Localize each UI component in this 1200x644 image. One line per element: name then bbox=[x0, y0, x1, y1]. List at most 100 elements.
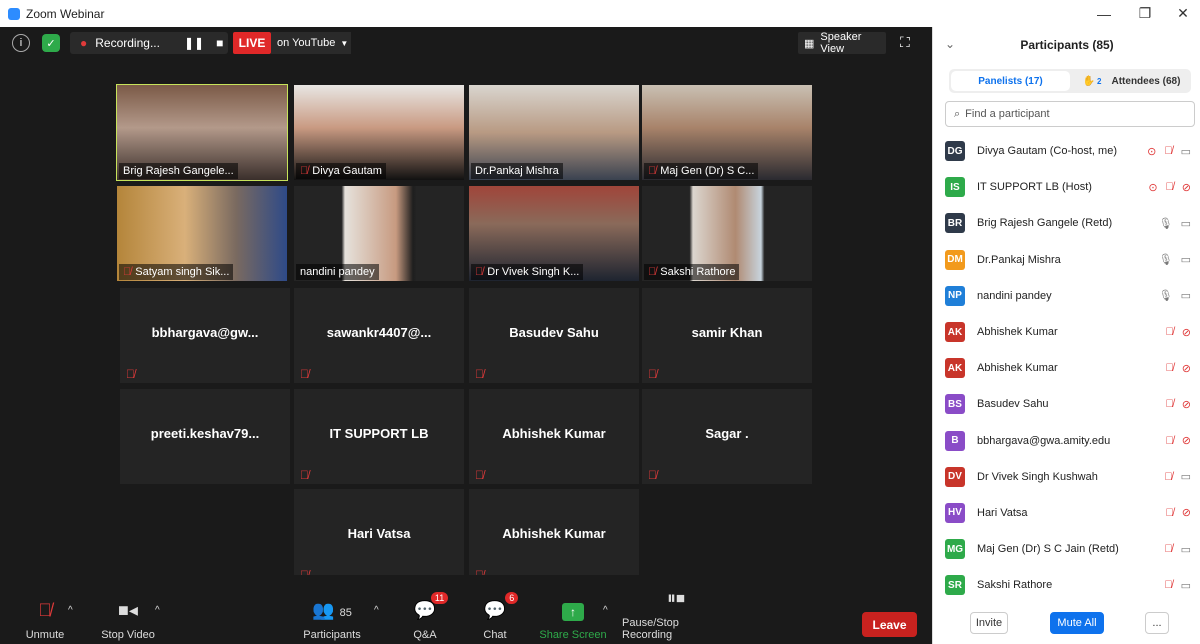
participants-chevron-icon[interactable]: ^ bbox=[374, 605, 379, 616]
share-options-chevron-icon[interactable]: ^ bbox=[603, 605, 608, 616]
mic-muted-icon[interactable]: 🎙̸ bbox=[1166, 507, 1174, 519]
leave-button[interactable]: Leave bbox=[862, 612, 917, 637]
video-tile[interactable]: Dr.Pankaj Mishra bbox=[469, 85, 639, 180]
audio-options-chevron-icon[interactable]: ^ bbox=[68, 605, 73, 616]
participant-name: Hari Vatsa bbox=[977, 506, 1028, 519]
youtube-stream-dropdown[interactable]: on YouTube ▼ bbox=[271, 32, 351, 54]
mic-muted-icon[interactable]: 🎙̸ bbox=[1164, 543, 1172, 555]
shield-icon[interactable]: ✓ bbox=[42, 34, 60, 52]
video-tile[interactable]: samir Khan 🎙̸ bbox=[642, 288, 812, 383]
video-off-icon[interactable]: ⊘ bbox=[1182, 398, 1191, 411]
participant-row[interactable]: IS IT SUPPORT LB (Host) ⊙ 🎙̸ ⊘ bbox=[933, 169, 1200, 205]
participant-search-input[interactable]: ⌕ Find a participant bbox=[945, 101, 1195, 127]
avatar: DV bbox=[945, 466, 965, 487]
video-tile[interactable]: Abhishek Kumar 🎙̸ bbox=[469, 489, 639, 584]
participant-row[interactable]: MG Maj Gen (Dr) S C Jain (Retd) 🎙̸ ▭ bbox=[933, 531, 1200, 567]
participant-name: Hari Vatsa bbox=[347, 526, 411, 541]
video-tile[interactable]: Abhishek Kumar 🎙̸ bbox=[469, 389, 639, 484]
fullscreen-icon[interactable]: ⛶ bbox=[900, 34, 918, 52]
stop-recording-icon[interactable]: ■ bbox=[216, 36, 223, 50]
video-icon[interactable]: ▭ bbox=[1181, 579, 1191, 592]
mic-muted-icon[interactable]: 🎙̸ bbox=[1166, 398, 1174, 410]
qa-button[interactable]: 💬 11 Q&A bbox=[405, 575, 449, 644]
mic-icon[interactable]: 🎙 bbox=[1159, 289, 1173, 302]
participant-row[interactable]: AK Abhishek Kumar 🎙̸ ⊘ bbox=[933, 350, 1200, 386]
participant-row[interactable]: AK Abhishek Kumar 🎙̸ ⊘ bbox=[933, 314, 1200, 350]
speaker-view-button[interactable]: ▦ Speaker View bbox=[798, 31, 886, 55]
mic-muted-icon[interactable]: 🎙̸ bbox=[1166, 181, 1174, 193]
restore-icon[interactable]: ❐ bbox=[1125, 0, 1165, 27]
minimize-icon[interactable]: — bbox=[1084, 0, 1124, 27]
participant-row[interactable]: BR Brig Rajesh Gangele (Retd) 🎙 ▭ bbox=[933, 205, 1200, 241]
mic-muted-icon[interactable]: 🎙̸ bbox=[1166, 326, 1174, 338]
pause-stop-recording-button[interactable]: ⏸⏹ Pause/Stop Recording bbox=[622, 575, 730, 644]
participant-row[interactable]: DV Dr Vivek Singh Kushwah 🎙̸ ▭ bbox=[933, 459, 1200, 495]
tab-attendees[interactable]: ✋ 2 Attendees (68) bbox=[1072, 69, 1191, 93]
avatar: DM bbox=[945, 249, 965, 270]
close-icon[interactable]: ✕ bbox=[1163, 0, 1200, 27]
participant-row[interactable]: NP nandini pandey 🎙 ▭ bbox=[933, 278, 1200, 314]
video-icon[interactable]: ▭ bbox=[1181, 217, 1191, 230]
stop-video-button[interactable]: ■◂ Stop Video bbox=[97, 575, 159, 644]
video-tile[interactable]: sawankr4407@... 🎙̸ bbox=[294, 288, 464, 383]
video-icon[interactable]: ▭ bbox=[1181, 543, 1191, 556]
participant-row[interactable]: DM Dr.Pankaj Mishra 🎙 ▭ bbox=[933, 242, 1200, 278]
video-off-icon[interactable]: ⊘ bbox=[1182, 506, 1191, 519]
video-tile[interactable]: Sagar . 🎙̸ bbox=[642, 389, 812, 484]
video-icon[interactable]: ▭ bbox=[1181, 253, 1191, 266]
avatar: B bbox=[945, 430, 965, 451]
participant-row[interactable]: BS Basudev Sahu 🎙̸ ⊘ bbox=[933, 386, 1200, 422]
mic-muted-icon[interactable]: 🎙̸ bbox=[1166, 435, 1174, 447]
participant-status-icons: 🎙̸ ⊘ bbox=[1166, 434, 1191, 448]
live-badge: LIVE bbox=[233, 32, 271, 54]
mic-muted-icon[interactable]: 🎙̸ bbox=[1166, 362, 1174, 374]
participant-row[interactable]: Bbbhargava@gwa.amity.edu 🎙̸ ⊘ bbox=[933, 423, 1200, 459]
video-tile[interactable]: Brig Rajesh Gangele... bbox=[116, 84, 288, 181]
zoom-app-icon bbox=[8, 7, 20, 20]
video-icon[interactable]: ▭ bbox=[1181, 470, 1191, 483]
video-tile[interactable]: IT SUPPORT LB 🎙̸ bbox=[294, 389, 464, 484]
video-off-icon[interactable]: ⊘ bbox=[1182, 362, 1191, 375]
participant-status-icons: ⊙ 🎙̸ ▭ bbox=[1147, 145, 1191, 158]
video-off-icon[interactable]: ⊘ bbox=[1182, 434, 1191, 447]
participant-name: Abhishek Kumar bbox=[977, 362, 1058, 375]
mic-muted-icon[interactable]: 🎙̸ bbox=[1164, 471, 1172, 483]
unmute-button[interactable]: 🎙̸ Unmute bbox=[22, 575, 68, 644]
pause-recording-icon[interactable]: ❚❚ bbox=[184, 36, 204, 50]
video-tile[interactable]: bbhargava@gw... 🎙̸ bbox=[120, 288, 290, 383]
tab-panelists[interactable]: Panelists (17) bbox=[951, 71, 1070, 91]
mute-all-button[interactable]: Mute All bbox=[1050, 612, 1104, 634]
video-tile[interactable]: 🎙̸ Maj Gen (Dr) S C... bbox=[642, 85, 812, 180]
video-tile[interactable]: 🎙̸ Satyam singh Sik... bbox=[117, 186, 287, 281]
mic-icon[interactable]: 🎙 bbox=[1159, 217, 1173, 230]
participant-name: Brig Rajesh Gangele (Retd) bbox=[977, 217, 1113, 230]
chat-button[interactable]: 💬 6 Chat bbox=[478, 575, 519, 644]
video-tile[interactable]: Basudev Sahu 🎙̸ bbox=[469, 288, 639, 383]
video-icon[interactable]: ▭ bbox=[1181, 145, 1191, 158]
invite-button[interactable]: Invite bbox=[970, 612, 1008, 634]
video-tile[interactable]: nandini pandey bbox=[294, 186, 464, 281]
video-tile[interactable]: preeti.keshav79... bbox=[120, 389, 290, 484]
info-icon[interactable]: i bbox=[12, 34, 30, 52]
video-icon[interactable]: ▭ bbox=[1181, 289, 1191, 302]
participant-row[interactable]: HV Hari Vatsa 🎙̸ ⊘ bbox=[933, 495, 1200, 531]
video-tile[interactable]: 🎙̸ Sakshi Rathore bbox=[642, 186, 812, 281]
window-titlebar: Zoom Webinar bbox=[0, 0, 1200, 27]
video-options-chevron-icon[interactable]: ^ bbox=[155, 605, 160, 616]
video-tile[interactable]: 🎙̸ Dr Vivek Singh K... bbox=[469, 186, 639, 281]
mic-muted-icon[interactable]: 🎙̸ bbox=[1164, 579, 1172, 591]
participant-row[interactable]: DG Divya Gautam (Co-host, me) ⊙ 🎙̸ ▭ bbox=[933, 133, 1200, 169]
video-off-icon[interactable]: ⊘ bbox=[1182, 326, 1191, 339]
video-off-icon[interactable]: ⊘ bbox=[1182, 181, 1191, 194]
mic-icon[interactable]: 🎙 bbox=[1159, 253, 1173, 266]
share-screen-button[interactable]: ↑ Share Screen bbox=[538, 575, 608, 644]
video-tile[interactable]: 🎙̸ Divya Gautam bbox=[294, 85, 464, 180]
participant-row[interactable]: SR Sakshi Rathore 🎙̸ ▭ bbox=[933, 567, 1200, 603]
meeting-toolbar: 🎙̸ Unmute ^ ■◂ Stop Video ^ 👥 85 Partici… bbox=[0, 575, 932, 644]
mic-muted-icon[interactable]: 🎙̸ bbox=[1164, 145, 1172, 157]
participants-button[interactable]: 👥 85 Participants bbox=[300, 575, 364, 644]
avatar: AK bbox=[945, 358, 965, 379]
more-options-button[interactable]: ... bbox=[1145, 612, 1169, 634]
participant-name: samir Khan bbox=[691, 325, 763, 340]
video-tile[interactable]: Hari Vatsa 🎙̸ bbox=[294, 489, 464, 584]
